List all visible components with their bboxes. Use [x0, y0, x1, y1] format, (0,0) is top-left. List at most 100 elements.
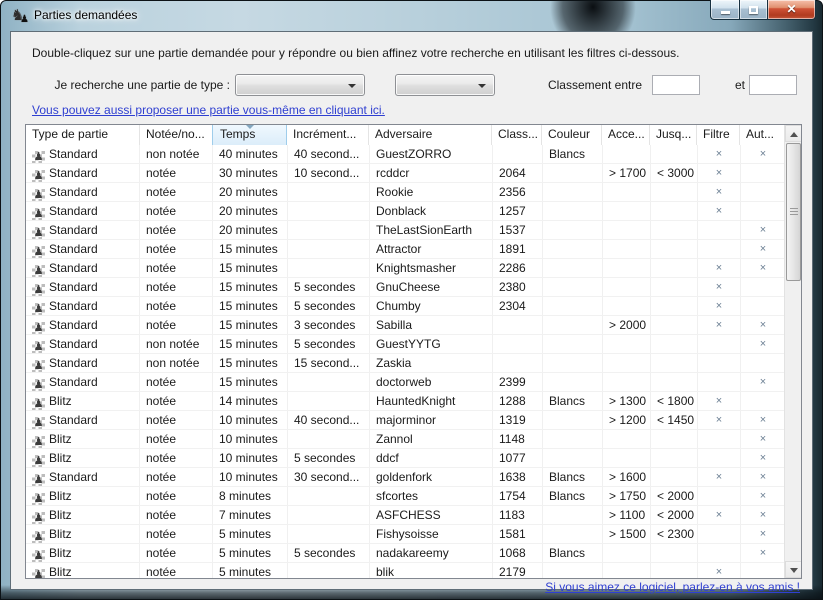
cell-time: 15 minutes [213, 278, 288, 296]
cell-type: ♟Standard [26, 411, 140, 429]
column-header-above[interactable]: Acce... [602, 125, 650, 145]
maximize-button[interactable] [740, 0, 768, 20]
table-row[interactable]: ♟Standardnotée20 minutesDonblack1257× [26, 202, 786, 221]
cell-color [543, 373, 603, 391]
table-row[interactable]: ♟Standardnotée15 minutes5 secondesGnuChe… [26, 278, 786, 297]
column-header-color[interactable]: Couleur [542, 125, 602, 145]
cell-color [543, 506, 603, 524]
table-row[interactable]: ♟Blitznotée5 minutesFishysoisse1581> 150… [26, 525, 786, 544]
cell-upto [651, 563, 698, 579]
column-header-rated[interactable]: Notée/no... [140, 125, 213, 145]
table-row[interactable]: ♟Standardnotée30 minutes10 second...rcdd… [26, 164, 786, 183]
cell-filter: × [698, 202, 741, 220]
column-header-opponent[interactable]: Adversaire [369, 125, 492, 145]
game-subtype-select[interactable] [395, 74, 495, 96]
column-header-increment[interactable]: Incrément... [287, 125, 369, 145]
cell-filter [698, 525, 741, 543]
table-row[interactable]: ♟Blitznotée7 minutesASFCHESS1183> 1100< … [26, 506, 786, 525]
column-header-time[interactable]: Temps [212, 125, 287, 145]
cell-rated: notée [140, 316, 213, 334]
cell-opponent: doctorweb [370, 373, 493, 391]
cell-time: 10 minutes [213, 468, 288, 486]
cell-above [603, 202, 651, 220]
column-header-filter[interactable]: Filtre [697, 125, 740, 145]
share-with-friends-link[interactable]: Si vous aimez ce logiciel, parlez-en à v… [545, 580, 800, 594]
arrow-up-icon [790, 132, 798, 137]
cell-color [543, 335, 603, 353]
game-type-text: Standard [49, 356, 98, 370]
table-row[interactable]: ♟Blitznotée5 minutesblik2179× [26, 563, 786, 579]
cell-rating: 2064 [493, 164, 543, 182]
cell-auto [741, 563, 786, 579]
rating-min-input[interactable] [652, 75, 700, 95]
chess-pawn-icon: ♟ [32, 208, 45, 220]
table-row[interactable]: ♟Blitznotée10 minutesZannol1148× [26, 430, 786, 449]
cell-above [603, 544, 651, 562]
table-row[interactable]: ♟Blitznotée10 minutes5 secondesddcf1077× [26, 449, 786, 468]
column-header-rating[interactable]: Class... [492, 125, 542, 145]
cell-upto [651, 449, 698, 467]
cell-rated: notée [140, 373, 213, 391]
column-header-type[interactable]: Type de partie [26, 125, 140, 145]
cell-filter: × [698, 563, 741, 579]
cell-time: 15 minutes [213, 259, 288, 277]
cell-time: 30 minutes [213, 164, 288, 182]
cell-rating [493, 145, 543, 163]
scroll-up-button[interactable] [785, 125, 802, 142]
table-row[interactable]: ♟Standardnon notée15 minutes5 secondesGu… [26, 335, 786, 354]
cell-type: ♟Standard [26, 278, 140, 296]
chess-pawn-icon: ♟ [32, 455, 45, 467]
column-header-label: Class... [498, 127, 538, 141]
cell-upto [651, 259, 698, 277]
table-header: Type de partie Notée/no...TempsIncrément.… [26, 125, 786, 145]
table-row[interactable]: ♟Standardnotée15 minutes5 secondesChumby… [26, 297, 786, 316]
chess-pawn-icon: ♟ [32, 398, 45, 410]
game-type-text: Standard [49, 470, 98, 484]
cell-increment: 5 secondes [288, 544, 370, 562]
column-header-upto[interactable]: Jusq... [650, 125, 697, 145]
table-row[interactable]: ♟Standardnotée10 minutes30 second...gold… [26, 468, 786, 487]
table-row[interactable]: ♟Standardnotée20 minutesRookie2356× [26, 183, 786, 202]
table-row[interactable]: ♟Blitznotée8 minutessfcortes1754Blancs> … [26, 487, 786, 506]
table-row[interactable]: ♟Standardnon notée15 minutes15 second...… [26, 354, 786, 373]
game-type-text: Standard [49, 185, 98, 199]
close-icon: ✕ [768, 2, 815, 16]
scroll-down-button[interactable] [785, 561, 802, 578]
column-header-label: Type de partie [32, 127, 108, 141]
table-row[interactable]: ♟Standardnon notée40 minutes40 second...… [26, 145, 786, 164]
column-header-auto[interactable]: Aut... [740, 125, 785, 145]
close-button[interactable]: ✕ [768, 0, 816, 20]
cell-rated: notée [140, 487, 213, 505]
cell-upto: < 1800 [651, 392, 698, 410]
cell-type: ♟Blitz [26, 544, 140, 562]
table-row[interactable]: ♟Blitznotée5 minutes5 secondesnadakareem… [26, 544, 786, 563]
cell-type: ♟Standard [26, 202, 140, 220]
cell-above [603, 563, 651, 579]
cell-opponent: Zaskia [370, 354, 493, 372]
table-row[interactable]: ♟Standardnotée15 minutesdoctorweb2399× [26, 373, 786, 392]
minimize-button[interactable] [710, 0, 740, 20]
chevron-down-icon [348, 84, 356, 88]
table-row[interactable]: ♟Standardnotée15 minutesKnightsmasher228… [26, 259, 786, 278]
chess-pawn-icon: ♟ [32, 493, 45, 505]
scrollbar-thumb[interactable] [786, 143, 801, 281]
cell-opponent: GuestYYTG [370, 335, 493, 353]
rating-max-input[interactable] [749, 75, 797, 95]
cell-upto: < 2000 [651, 487, 698, 505]
table-row[interactable]: ♟Standardnotée20 minutesTheLastSionEarth… [26, 221, 786, 240]
game-type-select[interactable] [235, 74, 365, 96]
table-row[interactable]: ♟Standardnotée15 minutesAttractor1891× [26, 240, 786, 259]
table-row[interactable]: ♟Standardnotée15 minutes3 secondesSabill… [26, 316, 786, 335]
cell-rated: notée [140, 202, 213, 220]
table-row[interactable]: ♟Standardnotée10 minutes40 second...majo… [26, 411, 786, 430]
table-row[interactable]: ♟Blitznotée14 minutesHauntedKnight1288Bl… [26, 392, 786, 411]
cell-type: ♟Blitz [26, 563, 140, 579]
cell-rated: notée [140, 259, 213, 277]
cell-color: Blancs [543, 544, 603, 562]
cell-time: 15 minutes [213, 373, 288, 391]
propose-game-link[interactable]: Vous pouvez aussi proposer une partie vo… [32, 103, 385, 117]
cell-opponent: nadakareemy [370, 544, 493, 562]
cell-upto: < 2300 [651, 525, 698, 543]
vertical-scrollbar[interactable] [784, 125, 801, 578]
cell-auto [741, 392, 786, 410]
